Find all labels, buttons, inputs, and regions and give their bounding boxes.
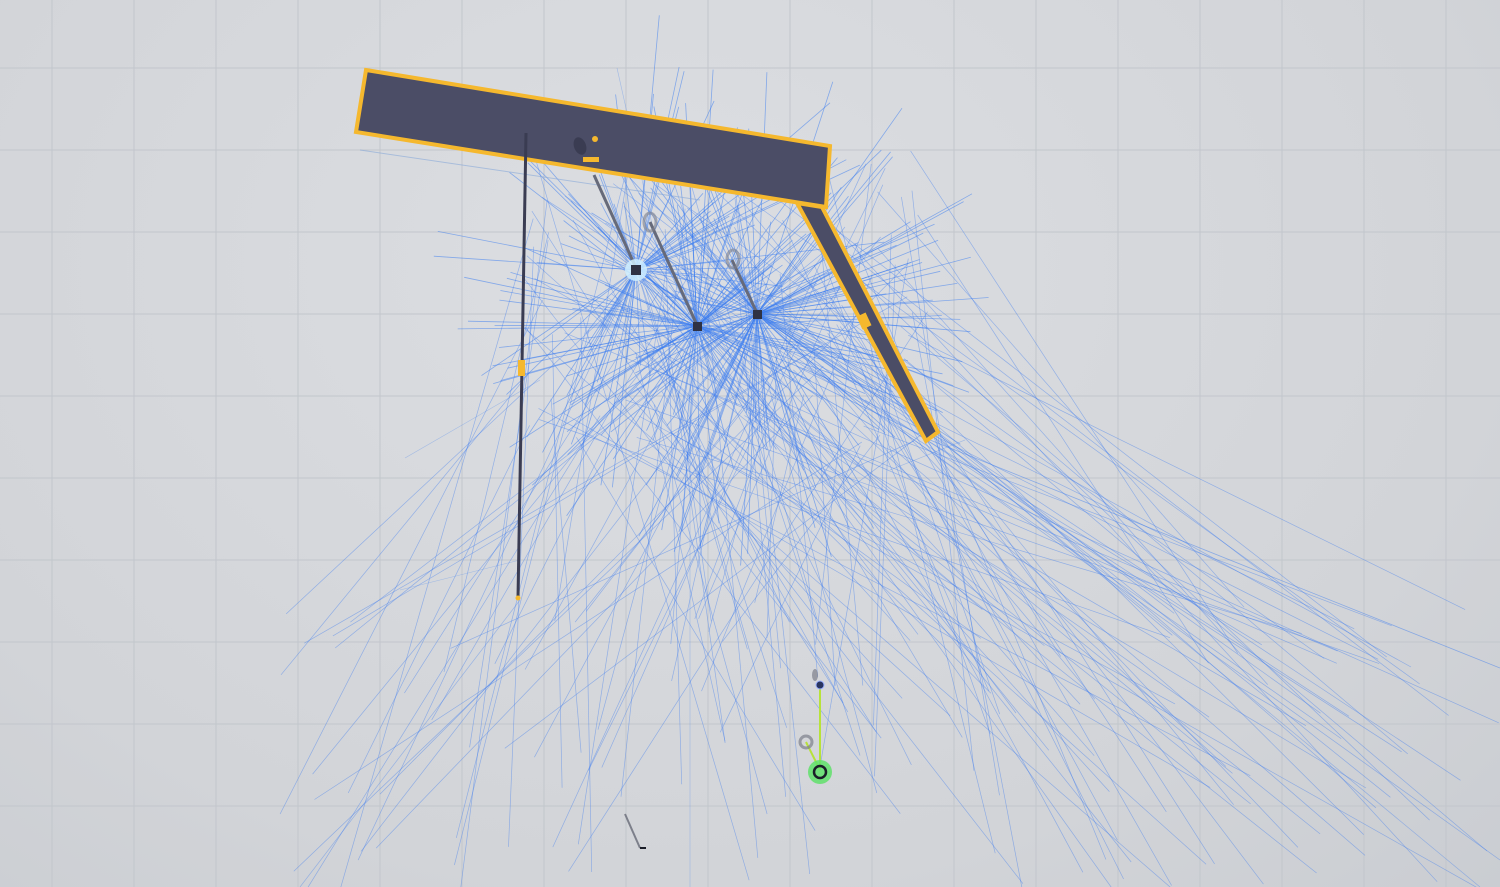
ray-line <box>542 269 637 453</box>
ray-line <box>793 369 1227 767</box>
stray-marker[interactable] <box>624 813 646 849</box>
ray-line <box>340 218 534 887</box>
ray-line <box>524 428 658 670</box>
ray-line <box>854 243 1107 860</box>
ray-line <box>606 296 1210 718</box>
ray-line <box>494 435 611 664</box>
ray-line <box>756 284 856 315</box>
ray-line <box>782 219 990 692</box>
ray-line <box>789 310 1299 848</box>
ray-line <box>901 196 1000 796</box>
ray-line <box>404 291 660 694</box>
ray-line <box>813 264 1124 880</box>
light-emitter-1[interactable] <box>625 259 647 281</box>
wall-left-handle[interactable] <box>518 360 525 376</box>
player-target[interactable] <box>808 760 832 784</box>
ray-line <box>357 198 670 861</box>
ray-line <box>534 278 1307 727</box>
ray-line <box>748 412 1045 646</box>
ray-line <box>687 207 1377 809</box>
light-emitter-3[interactable] <box>753 310 762 319</box>
ray-line <box>657 185 1325 659</box>
wall-left-endpoint[interactable] <box>515 595 521 601</box>
player-target-top-ghost <box>812 669 818 681</box>
ray-line <box>673 251 1321 714</box>
ray-line <box>469 240 549 748</box>
ray-line <box>522 326 1171 887</box>
ray-line <box>379 264 908 795</box>
ray-line <box>375 395 813 849</box>
ray-line <box>538 408 1251 777</box>
ray-line <box>347 425 530 794</box>
ray-line <box>605 222 1412 668</box>
ray-line <box>460 200 548 887</box>
ray-line <box>831 297 1167 812</box>
ray-line <box>864 399 1350 717</box>
ray-line <box>279 299 543 815</box>
player-target-top-node[interactable] <box>815 680 825 690</box>
ray-line <box>314 441 862 800</box>
ray-line <box>399 559 521 591</box>
ray-line <box>900 326 1408 755</box>
ray-line <box>299 599 521 887</box>
scene-viewport[interactable] <box>0 0 1500 887</box>
ray-line <box>910 150 1239 654</box>
ray-line <box>541 196 1402 753</box>
ray-line <box>552 334 563 788</box>
light-emitter-2[interactable] <box>693 322 702 331</box>
ray-line <box>697 363 983 610</box>
ray-line <box>554 169 629 621</box>
ray-line <box>638 193 1391 798</box>
scene-canvas[interactable] <box>0 0 1500 887</box>
ray-line <box>680 155 1364 835</box>
ray-line <box>334 250 827 649</box>
